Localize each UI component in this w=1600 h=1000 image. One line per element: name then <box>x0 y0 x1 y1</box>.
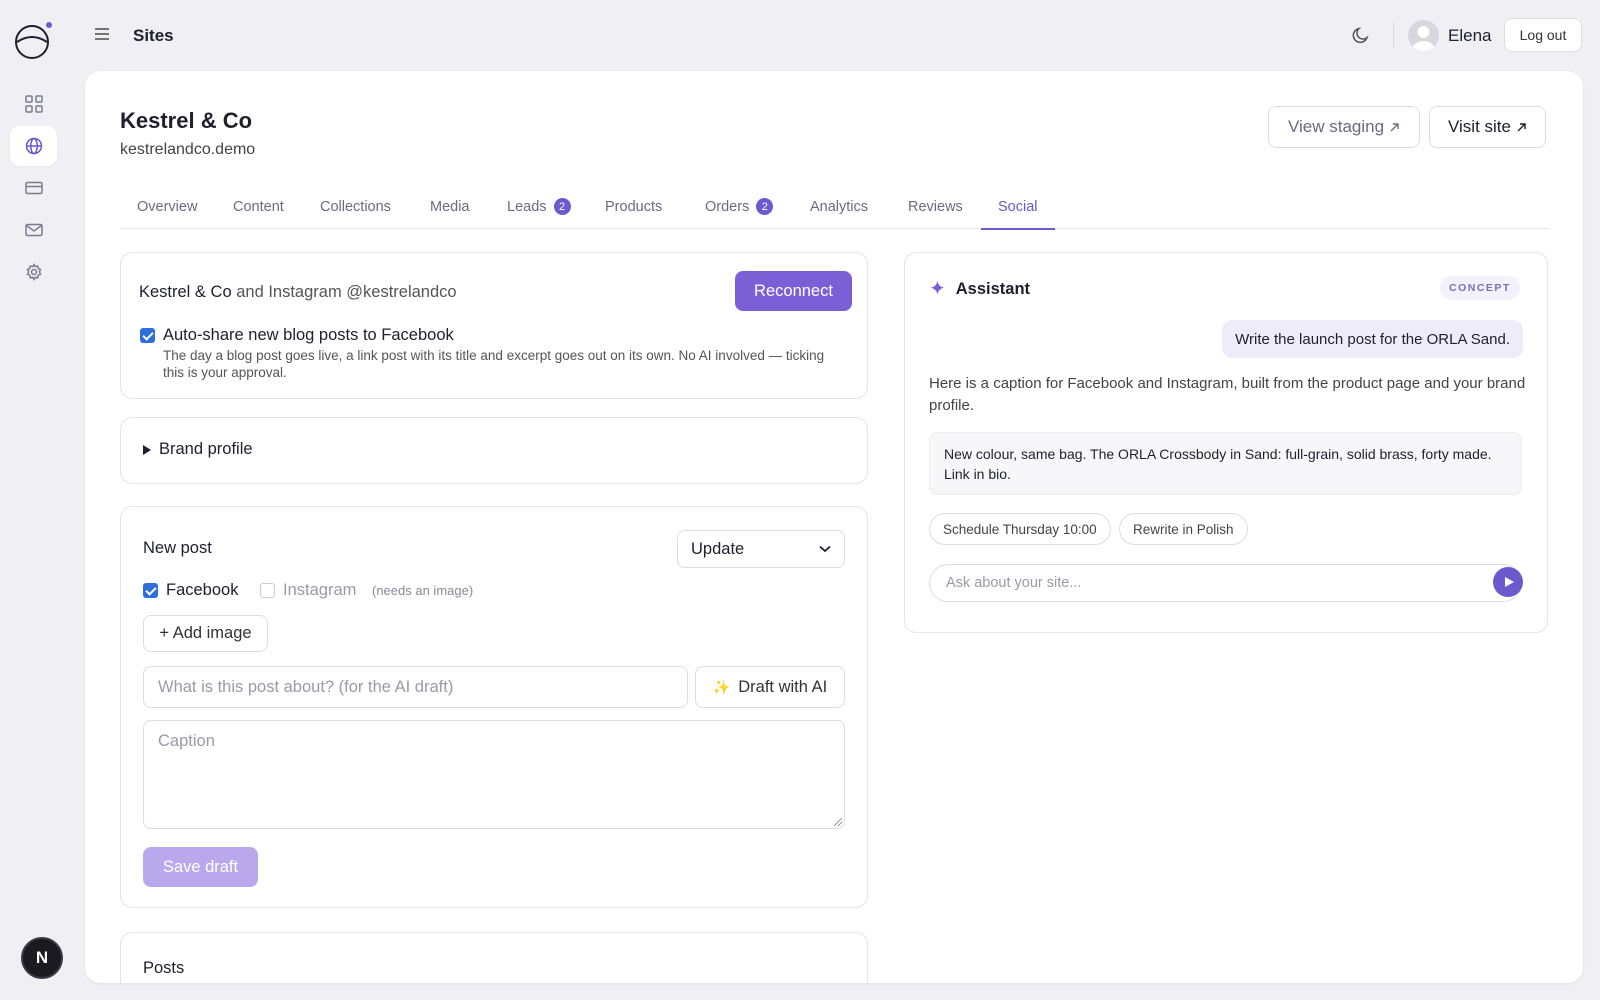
card-icon <box>24 181 43 195</box>
connection-panel: Kestrel & Co and Instagram @kestrelandco… <box>120 252 868 399</box>
gear-icon <box>25 263 42 281</box>
save-draft-button[interactable]: Save draft <box>143 847 258 887</box>
tab-analytics[interactable]: Analytics <box>810 184 868 229</box>
tab-label: Orders <box>705 198 750 215</box>
chevron-down-icon <box>819 545 831 553</box>
connected-brand: Kestrel & Co <box>139 283 232 301</box>
topbar-divider <box>1393 22 1394 48</box>
external-link-icon <box>1390 122 1399 131</box>
instagram-note: (needs an image) <box>372 583 474 598</box>
rail-billing[interactable] <box>10 168 57 208</box>
draft-with-ai-button[interactable]: ✨ Draft with AI <box>695 666 845 708</box>
caption-placeholder: Caption <box>158 732 215 750</box>
orders-count-badge: 2 <box>756 198 774 215</box>
posts-panel: Posts <box>120 932 868 983</box>
schedule-chip[interactable]: Schedule Thursday 10:00 <box>929 513 1111 545</box>
rail-dashboard[interactable] <box>10 84 57 124</box>
tab-bar: Overview Content Collections Media Leads… <box>120 184 1548 230</box>
tab-media[interactable]: Media <box>430 184 470 229</box>
caption-textarea[interactable]: Caption <box>143 720 845 829</box>
sparkle-icon: ✦ <box>929 278 946 300</box>
reconnect-button[interactable]: Reconnect <box>735 271 852 311</box>
page-title: Sites <box>133 26 174 45</box>
globe-icon <box>25 137 42 155</box>
mail-icon <box>24 223 43 237</box>
autoshare-description: The day a blog post goes live, a link po… <box>163 348 825 380</box>
new-post-panel: New post Update Facebook Instagram (need… <box>120 506 868 908</box>
autoshare-label[interactable]: Auto-share new blog posts to Facebook <box>163 326 454 345</box>
tab-label: Collections <box>320 198 391 215</box>
sparkles-icon: ✨ <box>712 678 731 695</box>
moon-icon[interactable] <box>1351 25 1371 45</box>
brand-profile-panel: Brand profile <box>120 417 868 484</box>
view-staging-button[interactable]: View staging <box>1268 106 1420 148</box>
posts-title: Posts <box>143 959 185 977</box>
resize-handle-icon[interactable] <box>834 818 842 826</box>
tab-label: Content <box>233 198 284 215</box>
grid-icon <box>24 95 43 113</box>
caption-suggestion: New colour, same bag. The ORLA Crossbody… <box>929 432 1522 495</box>
post-topic-input[interactable]: What is this post about? (for the AI dra… <box>143 666 688 708</box>
site-domain: kestrelandco.demo <box>120 141 256 158</box>
user-avatar[interactable] <box>1408 20 1439 51</box>
tab-reviews[interactable]: Reviews <box>908 184 963 229</box>
tab-products[interactable]: Products <box>605 184 662 229</box>
instagram-checkbox[interactable] <box>260 583 275 598</box>
rail-sites[interactable] <box>10 126 57 166</box>
tab-overview[interactable]: Overview <box>137 184 197 229</box>
tab-label: Social <box>998 198 1038 215</box>
assistant-title: Assistant <box>955 279 1031 298</box>
add-image-button[interactable]: + Add image <box>143 615 268 652</box>
user-message: Write the launch post for the ORLA Sand. <box>1222 320 1523 358</box>
send-icon <box>1504 577 1514 587</box>
tab-leads[interactable]: Leads 2 <box>507 184 571 229</box>
main-content: Kestrel & Co kestrelandco.demo View stag… <box>85 71 1583 983</box>
tab-label: Media <box>430 198 470 215</box>
visit-site-label: Visit site <box>1448 117 1511 136</box>
assistant-input[interactable]: Ask about your site... <box>929 564 1522 602</box>
app-logo[interactable] <box>14 22 52 60</box>
tab-label: Analytics <box>810 198 869 215</box>
tab-social[interactable]: Social <box>981 184 1054 230</box>
left-rail: N <box>0 0 66 1000</box>
bottom-avatar[interactable]: N <box>21 937 63 979</box>
instagram-label[interactable]: Instagram <box>283 581 356 600</box>
site-name: Kestrel & Co <box>120 108 253 133</box>
tab-collections[interactable]: Collections <box>320 184 391 229</box>
visit-site-button[interactable]: Visit site <box>1429 106 1546 148</box>
post-type-value: Update <box>691 539 745 558</box>
facebook-checkbox[interactable] <box>143 583 158 598</box>
assistant-header: ✦ Assistant <box>929 279 1030 299</box>
tab-orders[interactable]: Orders 2 <box>705 184 774 229</box>
logout-button[interactable]: Log out <box>1504 18 1582 52</box>
tab-content[interactable]: Content <box>233 184 284 229</box>
connected-accounts: and Instagram @kestrelandco <box>236 283 457 301</box>
facebook-label[interactable]: Facebook <box>166 581 238 600</box>
brand-profile-toggle[interactable]: Brand profile <box>143 440 253 459</box>
brand-profile-label: Brand profile <box>159 440 253 458</box>
tab-label: Overview <box>137 198 198 215</box>
view-staging-label: View staging <box>1287 117 1385 136</box>
assistant-panel: ✦ Assistant CONCEPT Write the launch pos… <box>904 252 1548 633</box>
assistant-reply: Here is a caption for Facebook and Insta… <box>929 375 1526 414</box>
new-post-title: New post <box>143 539 212 557</box>
hamburger-menu-icon[interactable] <box>92 24 112 44</box>
send-button[interactable] <box>1493 567 1523 597</box>
user-name: Elena <box>1448 26 1492 45</box>
user-silhouette-icon <box>1412 26 1435 51</box>
connection-status: Kestrel & Co and Instagram @kestrelandco <box>139 283 457 302</box>
disclosure-triangle-icon <box>143 444 151 455</box>
post-type-select[interactable]: Update <box>677 530 845 568</box>
rail-mail[interactable] <box>10 210 57 250</box>
tab-label: Products <box>605 198 663 215</box>
tab-label: Reviews <box>908 198 963 215</box>
external-link-icon <box>1517 122 1526 131</box>
leads-count-badge: 2 <box>553 198 571 215</box>
rail-settings[interactable] <box>10 252 57 292</box>
draft-label: Draft with AI <box>738 677 828 696</box>
tab-label: Leads <box>507 198 547 215</box>
rewrite-chip[interactable]: Rewrite in Polish <box>1119 513 1248 545</box>
concept-badge: CONCEPT <box>1440 276 1520 300</box>
autoshare-checkbox[interactable] <box>140 328 155 343</box>
